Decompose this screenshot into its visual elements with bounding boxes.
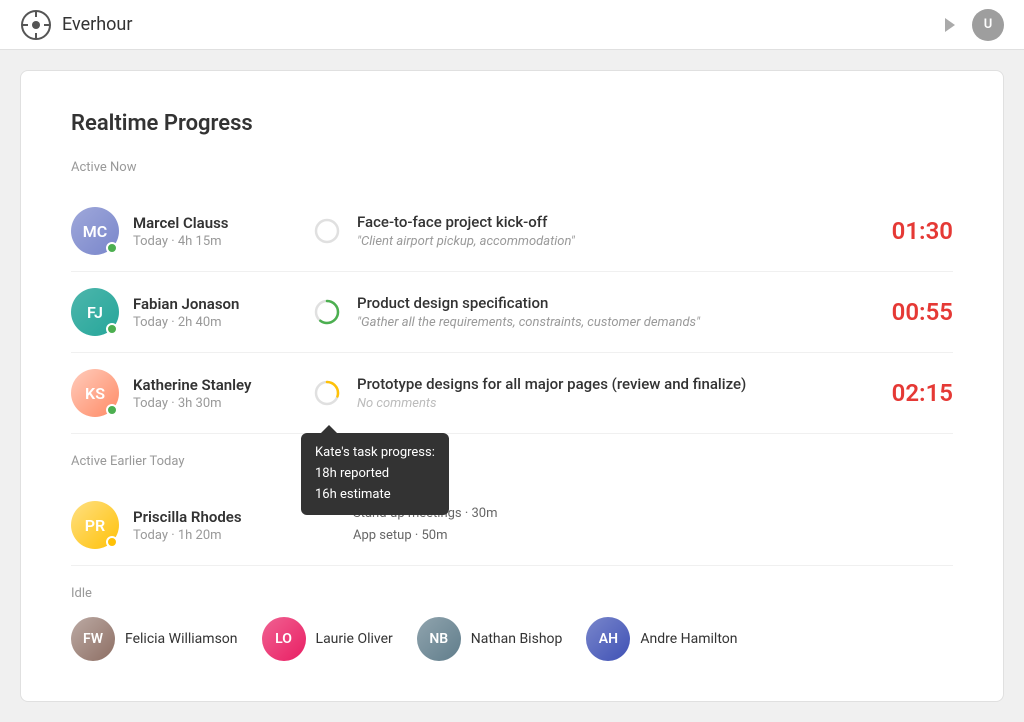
avatar-andre: AH — [586, 617, 630, 661]
avatar-wrap-andre: AH — [586, 617, 630, 661]
status-dot-katherine — [106, 404, 118, 416]
task-area-katherine: Prototype designs for all major pages (r… — [293, 375, 883, 411]
person-time-katherine: Today · 3h 30m — [133, 396, 293, 411]
avatar-wrap-marcel: MC — [71, 207, 119, 255]
timer-katherine: 02:15 — [883, 379, 953, 407]
person-time-marcel: Today · 4h 15m — [133, 234, 293, 249]
status-dot-priscilla — [106, 536, 118, 548]
task-sub-katherine: No comments — [357, 396, 863, 411]
person-name-fabian: Fabian Jonason — [133, 295, 293, 313]
idle-section: Idle FW Felicia Williamson LO — [71, 586, 953, 661]
play-button[interactable] — [938, 13, 962, 37]
task-name-marcel: Face-to-face project kick-off — [357, 213, 863, 231]
app-logo — [20, 9, 52, 41]
avatar-wrap-katherine: KS — [71, 369, 119, 417]
avatar-wrap-laurie: LO — [262, 617, 306, 661]
idle-person-andre: AH Andre Hamilton — [586, 617, 737, 661]
header-right: U — [938, 9, 1004, 41]
person-info-katherine: Katherine Stanley Today · 3h 30m — [133, 376, 293, 411]
idle-name-felicia: Felicia Williamson — [125, 631, 238, 647]
avatar-wrap-felicia: FW — [71, 617, 115, 661]
avatar-wrap-fabian: FJ — [71, 288, 119, 336]
idle-person-felicia: FW Felicia Williamson — [71, 617, 238, 661]
task-icon-fabian — [313, 298, 341, 326]
kate-tooltip: Kate's task progress: 18h reported 16h e… — [301, 433, 449, 515]
idle-name-laurie: Laurie Oliver — [316, 631, 393, 647]
priscilla-task-2: App setup · 50m — [353, 525, 498, 547]
section-idle-label: Idle — [71, 586, 953, 601]
task-area-marcel: Face-to-face project kick-off "Client ai… — [293, 213, 883, 249]
task-name-fabian: Product design specification — [357, 294, 863, 312]
timer-fabian: 00:55 — [883, 298, 953, 326]
page-title: Realtime Progress — [71, 111, 953, 136]
section-active-now-label: Active Now — [71, 160, 953, 175]
timer-marcel: 01:30 — [883, 217, 953, 245]
task-icon-marcel — [313, 217, 341, 245]
avatar-laurie: LO — [262, 617, 306, 661]
person-row-priscilla: PR Priscilla Rhodes Today · 1h 20m Stand… — [71, 485, 953, 566]
person-info-fabian: Fabian Jonason Today · 2h 40m — [133, 295, 293, 330]
person-name-katherine: Katherine Stanley — [133, 376, 293, 394]
person-time-priscilla: Today · 1h 20m — [133, 528, 293, 543]
avatar-nathan: NB — [417, 617, 461, 661]
idle-name-nathan: Nathan Bishop — [471, 631, 563, 647]
status-dot-marcel — [106, 242, 118, 254]
task-sub-marcel: "Client airport pickup, accommodation" — [357, 234, 863, 249]
person-name-marcel: Marcel Clauss — [133, 214, 293, 232]
avatar-wrap-priscilla: PR — [71, 501, 119, 549]
main-content: Realtime Progress Active Now MC Marcel C… — [0, 50, 1024, 722]
section-active-earlier-label: Active Earlier Today — [71, 454, 953, 469]
idle-row: FW Felicia Williamson LO Laurie Oliver — [71, 617, 953, 661]
person-time-fabian: Today · 2h 40m — [133, 315, 293, 330]
tooltip-estimate: 16h estimate — [315, 485, 435, 506]
tooltip-reported: 18h reported — [315, 464, 435, 485]
task-details-marcel: Face-to-face project kick-off "Client ai… — [357, 213, 863, 249]
avatar-felicia: FW — [71, 617, 115, 661]
task-sub-fabian: "Gather all the requirements, constraint… — [357, 315, 863, 330]
task-icon-katherine — [313, 379, 341, 407]
user-avatar[interactable]: U — [972, 9, 1004, 41]
idle-person-nathan: NB Nathan Bishop — [417, 617, 563, 661]
tooltip-title: Kate's task progress: — [315, 443, 435, 464]
task-details-katherine: Prototype designs for all major pages (r… — [357, 375, 863, 411]
header-left: Everhour — [20, 9, 132, 41]
person-info-marcel: Marcel Clauss Today · 4h 15m — [133, 214, 293, 249]
task-details-fabian: Product design specification "Gather all… — [357, 294, 863, 330]
idle-name-andre: Andre Hamilton — [640, 631, 737, 647]
person-row-marcel: MC Marcel Clauss Today · 4h 15m Face-to-… — [71, 191, 953, 272]
task-name-katherine: Prototype designs for all major pages (r… — [357, 375, 863, 393]
idle-person-laurie: LO Laurie Oliver — [262, 617, 393, 661]
person-row-katherine: KS Katherine Stanley Today · 3h 30m Prot… — [71, 353, 953, 434]
person-info-priscilla: Priscilla Rhodes Today · 1h 20m — [133, 508, 293, 543]
person-row-fabian: FJ Fabian Jonason Today · 2h 40m Product… — [71, 272, 953, 353]
task-area-fabian: Product design specification "Gather all… — [293, 294, 883, 330]
realtime-card: Realtime Progress Active Now MC Marcel C… — [20, 70, 1004, 702]
avatar-wrap-nathan: NB — [417, 617, 461, 661]
status-dot-fabian — [106, 323, 118, 335]
app-name: Everhour — [62, 14, 132, 35]
app-header: Everhour U — [0, 0, 1024, 50]
person-name-priscilla: Priscilla Rhodes — [133, 508, 293, 526]
